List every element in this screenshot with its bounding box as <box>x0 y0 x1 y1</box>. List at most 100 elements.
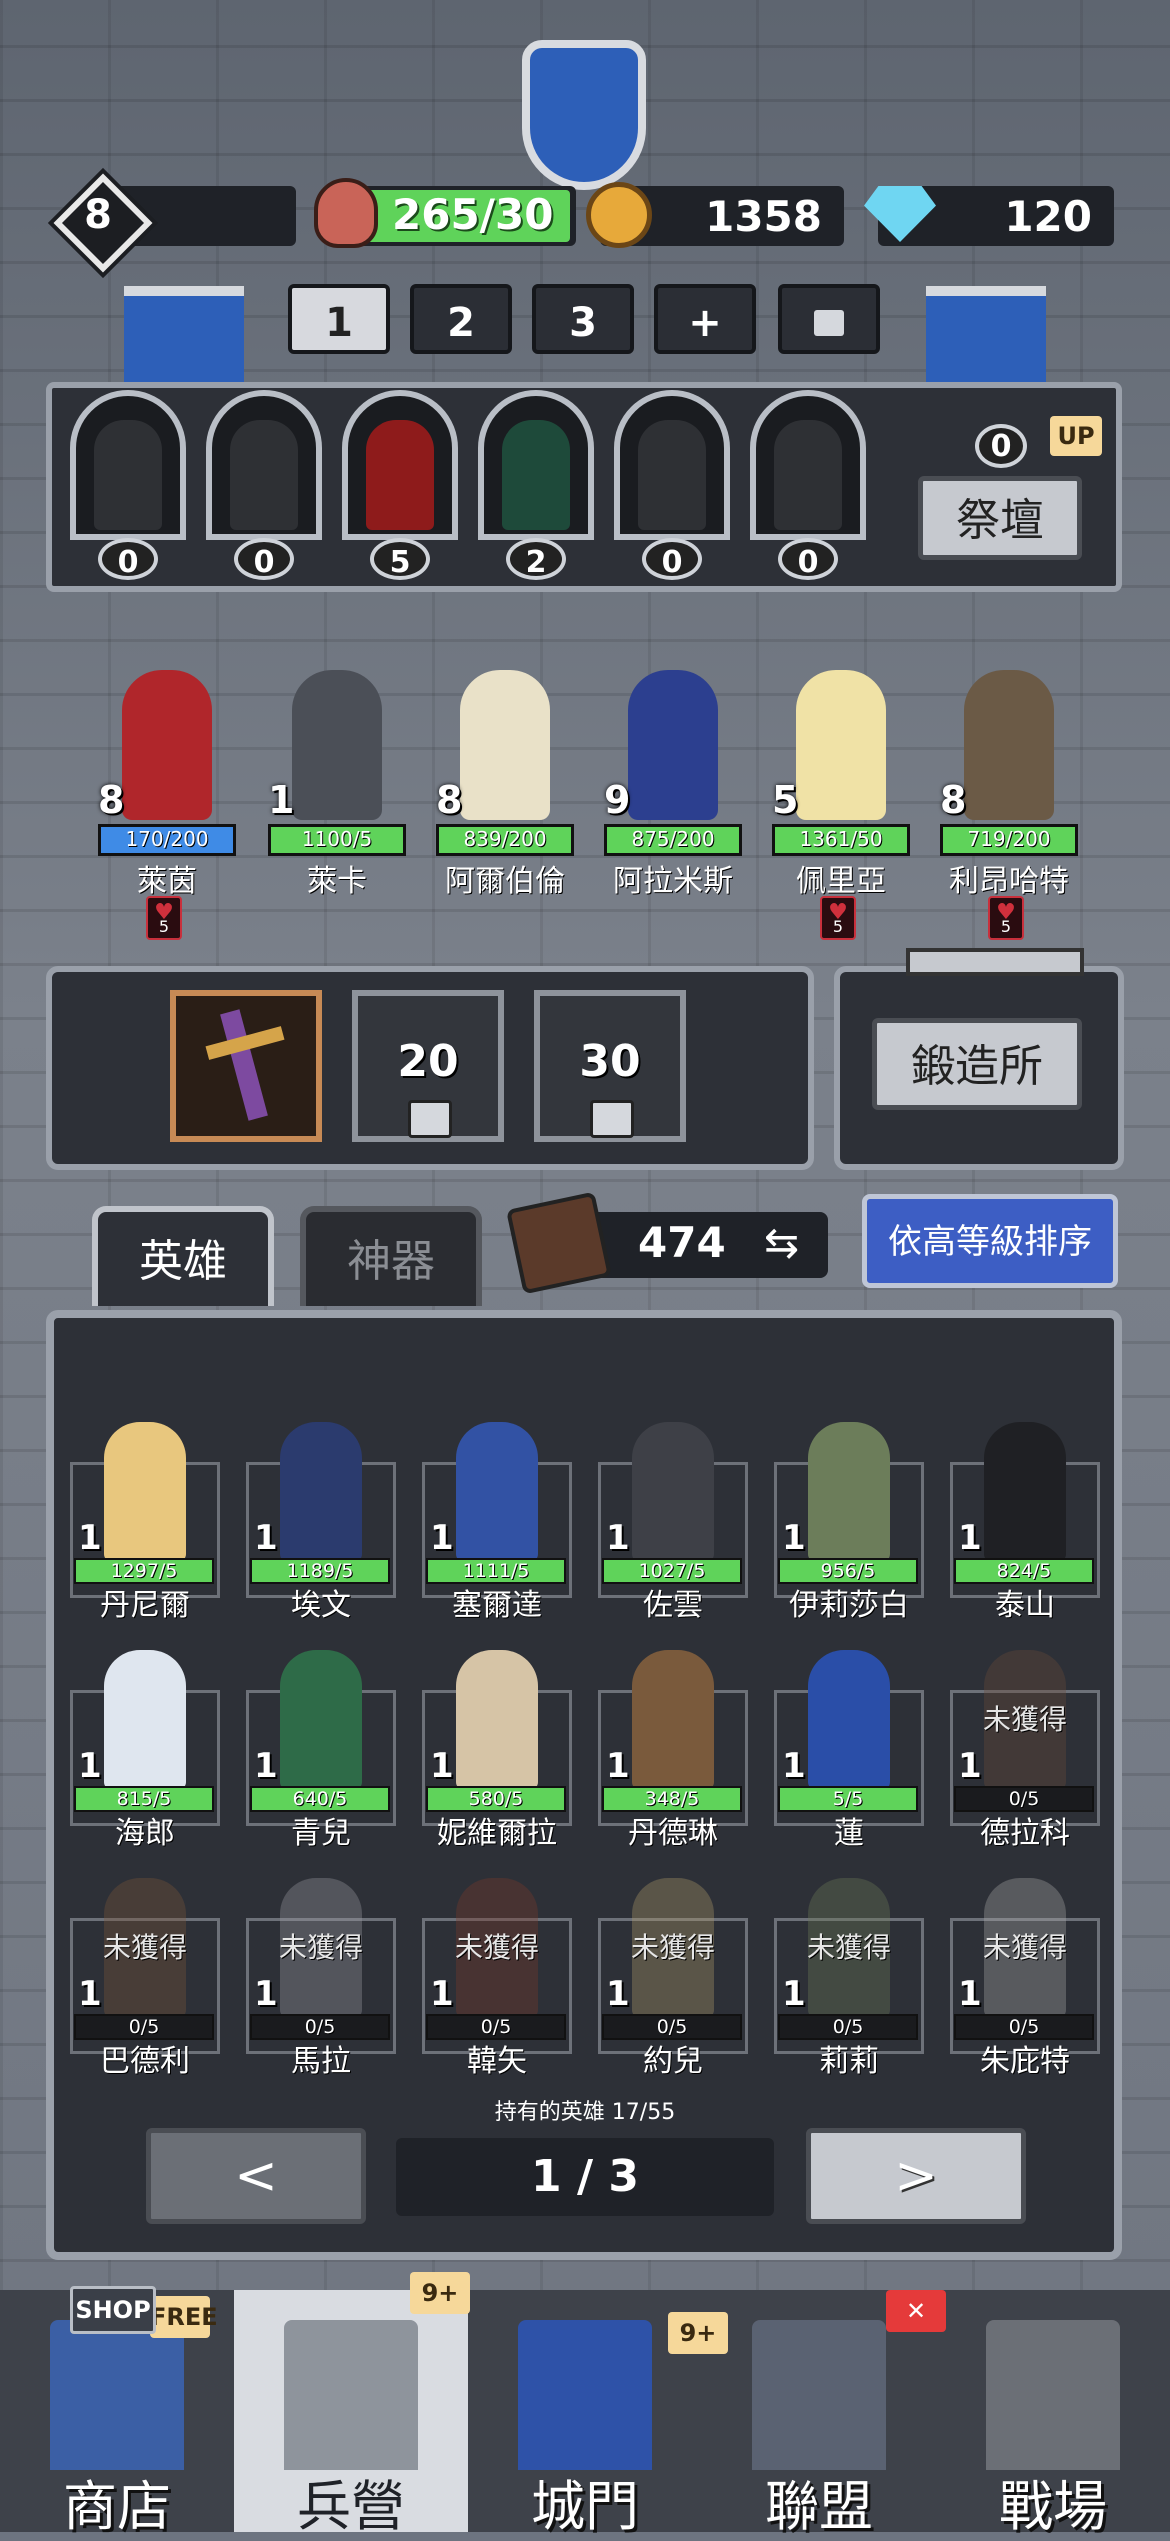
team-tab-1[interactable]: 1 <box>288 284 390 354</box>
hero-level: 1 <box>606 1746 630 1786</box>
hammer-icon <box>906 948 1084 976</box>
hero-name: 佐雲 <box>643 1588 703 1623</box>
hero-card[interactable]: 1 640/5 青兒 <box>246 1650 396 1851</box>
hero-sprite <box>122 670 212 820</box>
hero-name: 莉莉 <box>819 2044 879 2079</box>
hero-name: 韓矢 <box>467 2044 527 2079</box>
team-tab-locked[interactable] <box>778 284 880 354</box>
hero-card[interactable]: 1 1189/5 埃文 <box>246 1422 396 1623</box>
hero-card[interactable]: 未獲得 1 0/5 韓矢 <box>422 1878 572 2079</box>
nav-label: 城門 <box>531 2475 639 2538</box>
nav-barracks[interactable]: 兵營 <box>234 2290 468 2538</box>
hero-card[interactable]: 未獲得 1 0/5 約兒 <box>598 1878 748 2079</box>
banner-left <box>124 286 244 396</box>
team-hero[interactable]: 5 1361/50 佩里亞 <box>766 660 916 899</box>
weapon-slot-locked-30[interactable]: 30 <box>534 990 686 1142</box>
hero-level: 9 <box>604 778 631 822</box>
hero-level: 1 <box>606 1974 630 2014</box>
hero-card[interactable]: 1 824/5 泰山 <box>950 1422 1100 1623</box>
hero-level: 1 <box>782 1746 806 1786</box>
hero-card[interactable]: 未獲得 1 0/5 朱庇特 <box>950 1878 1100 2079</box>
shop-sign: SHOP <box>70 2286 156 2334</box>
team-tab-2[interactable]: 2 <box>410 284 512 354</box>
hero-card[interactable]: 1 815/5 海郎 <box>70 1650 220 1851</box>
sort-by-level-button[interactable]: 依高等級排序 <box>862 1194 1118 1288</box>
altar-button[interactable]: 祭壇 <box>918 476 1082 560</box>
altar-statue[interactable]: 0 <box>70 390 186 580</box>
altar-statue[interactable]: 2 <box>478 390 594 580</box>
banner-right <box>926 286 1046 396</box>
altar-statue[interactable]: 0 <box>614 390 730 580</box>
food-value: 265/30 <box>392 190 554 239</box>
not-obtained-label: 未獲得 <box>630 1931 715 1964</box>
team-tab-add[interactable]: + <box>654 284 756 354</box>
not-obtained-label: 未獲得 <box>982 1931 1067 1964</box>
hero-card[interactable]: 1 956/5 伊莉莎白 <box>774 1422 924 1623</box>
statue-figure-icon <box>638 420 706 530</box>
weapon-slot-locked-20[interactable]: 20 <box>352 990 504 1142</box>
heart-badge: 5 <box>820 884 856 942</box>
statue-figure-icon <box>94 420 162 530</box>
lock-icon <box>590 1100 634 1138</box>
player-level-badge: 8 <box>53 173 153 273</box>
nav-label: 兵營 <box>297 2475 405 2538</box>
guild-crest-icon <box>522 40 646 190</box>
player-level: 8 <box>84 192 112 238</box>
hero-card[interactable]: 未獲得 1 0/5 德拉科 <box>950 1650 1100 1851</box>
hero-sprite <box>808 1422 890 1562</box>
hero-card[interactable]: 未獲得 1 0/5 馬拉 <box>246 1878 396 2079</box>
hero-card[interactable]: 1 1027/5 佐雲 <box>598 1422 748 1623</box>
hero-level: 1 <box>782 1518 806 1558</box>
hero-sprite <box>632 1650 714 1790</box>
nav-gate[interactable]: 城門 <box>468 2290 702 2538</box>
team-tab-3[interactable]: 3 <box>532 284 634 354</box>
hero-level: 1 <box>958 1746 982 1786</box>
hero-sprite <box>460 670 550 820</box>
hero-card[interactable]: 未獲得 1 0/5 巴德利 <box>70 1878 220 2079</box>
team-hero[interactable]: 9 875/200 阿拉米斯 <box>598 660 748 899</box>
hero-card[interactable]: 1 5/5 蓮 <box>774 1650 924 1851</box>
tab-heroes[interactable]: 英雄 <box>92 1206 274 1306</box>
team-hero[interactable]: 1 1100/5 萊卡 <box>262 660 412 899</box>
hero-level: 1 <box>78 1746 102 1786</box>
hero-sprite <box>808 1650 890 1790</box>
altar-up-badge: UP <box>1050 416 1102 456</box>
swap-icon[interactable]: ⇆ <box>764 1218 799 1267</box>
hero-card[interactable]: 1 1111/5 塞爾達 <box>422 1422 572 1623</box>
statue-count: 5 <box>370 538 430 580</box>
hero-level: 1 <box>254 1974 278 2014</box>
team-hero[interactable]: 8 839/200 阿爾伯倫 <box>430 660 580 899</box>
not-obtained-label: 未獲得 <box>278 1931 363 1964</box>
hero-sprite <box>280 1422 362 1562</box>
tab-artifacts[interactable]: 神器 <box>300 1206 482 1306</box>
team-hero[interactable]: 8 719/200 利昂哈特 <box>934 660 1084 899</box>
hero-card[interactable]: 未獲得 1 0/5 莉莉 <box>774 1878 924 2079</box>
hero-card[interactable]: 1 1297/5 丹尼爾 <box>70 1422 220 1623</box>
shop-building-icon <box>50 2320 184 2470</box>
hero-shard-bar: 839/200 <box>436 824 574 856</box>
forge-button[interactable]: 鍛造所 <box>872 1018 1082 1110</box>
prev-page-button[interactable]: < <box>146 2128 366 2224</box>
hero-card[interactable]: 1 580/5 妮維爾拉 <box>422 1650 572 1851</box>
altar-statue[interactable]: 0 <box>206 390 322 580</box>
hero-level: 8 <box>98 778 125 822</box>
hero-level: 1 <box>268 778 295 822</box>
nav-label: 聯盟 <box>765 2475 873 2538</box>
nav-label: 商店 <box>63 2475 171 2538</box>
hero-name: 丹德琳 <box>628 1816 718 1851</box>
altar-statue[interactable]: 0 <box>750 390 866 580</box>
hero-level: 1 <box>430 1518 454 1558</box>
hero-card[interactable]: 1 348/5 丹德琳 <box>598 1650 748 1851</box>
team-hero[interactable]: 8 170/200 萊茵 <box>92 660 242 899</box>
hero-shard-bar: 1361/50 <box>772 824 910 856</box>
nav-battlefield[interactable]: 戰場 <box>936 2290 1170 2538</box>
weapon-slot-sword[interactable] <box>170 990 322 1142</box>
hero-level: 1 <box>606 1518 630 1558</box>
hero-level: 1 <box>254 1746 278 1786</box>
battlefield-building-icon <box>986 2320 1120 2470</box>
altar-statue[interactable]: 5 <box>342 390 458 580</box>
next-page-button[interactable]: > <box>806 2128 1026 2224</box>
hero-shard-bar: 1100/5 <box>268 824 406 856</box>
statue-count: 0 <box>234 538 294 580</box>
alliance-building-icon <box>752 2320 886 2470</box>
